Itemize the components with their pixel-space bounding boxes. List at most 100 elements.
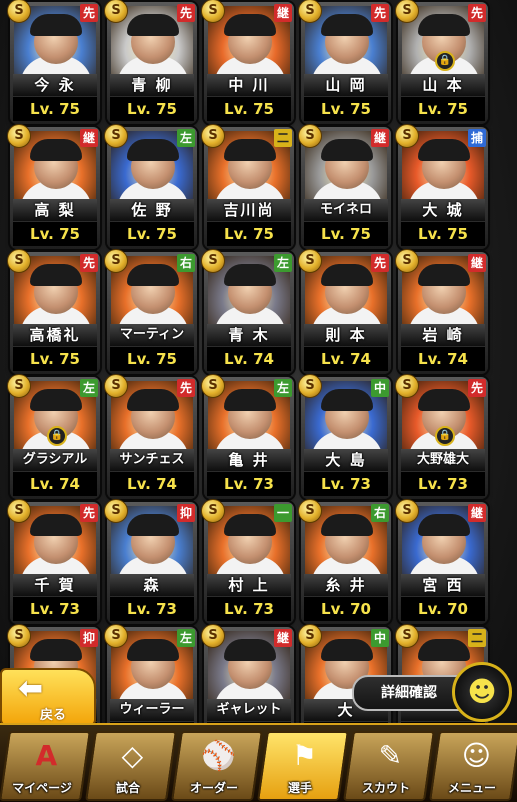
- position-badge: 中: [371, 379, 389, 397]
- player-level: Lv. 73: [304, 472, 388, 496]
- player-level: Lv. 75: [13, 97, 97, 121]
- s-rank-badge-icon: S: [7, 499, 31, 523]
- s-rank-badge-icon: S: [7, 624, 31, 648]
- player-card[interactable]: 山 岡 Lv. 75 S 先: [298, 0, 391, 124]
- player-card[interactable]: 🔒 グラシアル Lv. 74 S 左: [7, 374, 100, 499]
- menu-item[interactable]: ⚾ オーダー: [171, 731, 263, 801]
- s-rank-badge-icon: S: [201, 249, 225, 273]
- s-rank-badge-icon: S: [298, 124, 322, 148]
- s-rank-badge-icon: S: [395, 499, 419, 523]
- s-rank-badge-icon: S: [201, 624, 225, 648]
- bottom-menu-bar: A マイページ ◇ 試合 ⚾ オーダー ⚑ 選手 ✎ スカウト ☺ メニュー: [0, 723, 517, 802]
- player-card[interactable]: 宮 西 Lv. 70 S 継: [395, 499, 488, 624]
- player-card[interactable]: 中 川 Lv. 75 S 継: [201, 0, 294, 124]
- player-level: Lv. 75: [207, 97, 291, 121]
- player-level: Lv. 73: [110, 597, 194, 621]
- cap-shape: [321, 639, 373, 661]
- player-card[interactable]: 高 梨 Lv. 75 S 継: [7, 124, 100, 249]
- player-card[interactable]: サンチェス Lv. 74 S 先: [104, 374, 197, 499]
- menu-item-label: 試合: [115, 781, 140, 795]
- s-rank-badge-icon: S: [201, 499, 225, 523]
- player-name: 佐 野: [110, 199, 194, 221]
- s-rank-badge-icon: S: [201, 0, 225, 23]
- menu-item[interactable]: ◇ 試合: [85, 731, 177, 801]
- player-card[interactable]: マーティン Lv. 75 S 右: [104, 249, 197, 374]
- cap-shape: [321, 514, 373, 536]
- position-badge: 先: [468, 379, 486, 397]
- player-card[interactable]: 🔒 大野雄大 Lv. 73 S 先: [395, 374, 488, 499]
- player-card[interactable]: 則 本 Lv. 74 S 先: [298, 249, 391, 374]
- s-rank-badge-icon: S: [201, 124, 225, 148]
- s-rank-badge-icon: S: [7, 124, 31, 148]
- player-card[interactable]: 岩 崎 Lv. 74 S 継: [395, 249, 488, 374]
- player-card[interactable]: 亀 井 Lv. 73 S 左: [201, 374, 294, 499]
- player-card[interactable]: 森 Lv. 73 S 抑: [104, 499, 197, 624]
- back-button-label: 戻る: [40, 708, 67, 723]
- s-rank-badge-icon: S: [7, 374, 31, 398]
- player-card[interactable]: 佐 野 Lv. 75 S 左: [104, 124, 197, 249]
- player-name: 高 梨: [13, 199, 97, 221]
- player-level: Lv. 70: [401, 597, 485, 621]
- s-rank-badge-icon: S: [395, 0, 419, 23]
- cap-shape: [418, 14, 470, 36]
- player-level: Lv. 75: [207, 222, 291, 246]
- s-rank-badge-icon: S: [395, 374, 419, 398]
- player-silhouette-icon[interactable]: ☻: [452, 662, 512, 722]
- arrow-left-icon: ⬅: [18, 671, 44, 706]
- cap-shape: [224, 389, 276, 411]
- player-name: 大 島: [304, 449, 388, 471]
- player-level: Lv. 73: [207, 472, 291, 496]
- position-badge: 継: [274, 629, 292, 647]
- back-button[interactable]: ⬅ 戻る: [0, 668, 96, 726]
- menu-item[interactable]: ✎ スカウト: [343, 731, 435, 801]
- position-badge: 二: [468, 629, 486, 647]
- position-badge: 一: [274, 504, 292, 522]
- menu-item[interactable]: ☺ メニュー: [429, 731, 517, 801]
- player-card[interactable]: モイネロ Lv. 75 S 継: [298, 124, 391, 249]
- cap-shape: [127, 639, 179, 661]
- position-badge: 先: [177, 4, 195, 22]
- cap-shape: [224, 14, 276, 36]
- formation-icon: ⚾: [200, 739, 236, 772]
- menu-item[interactable]: ⚑ 選手: [257, 731, 349, 801]
- player-card[interactable]: 村 上 Lv. 73 S 一: [201, 499, 294, 624]
- player-card[interactable]: 🔒 山 本 Lv. 75 S 先: [395, 0, 488, 124]
- s-rank-badge-icon: S: [298, 249, 322, 273]
- position-badge: 右: [177, 254, 195, 272]
- player-name: 青 木: [207, 324, 291, 346]
- player-name: 亀 井: [207, 449, 291, 471]
- player-name: 大 城: [401, 199, 485, 221]
- player-card[interactable]: 青 柳 Lv. 75 S 先: [104, 0, 197, 124]
- player-card[interactable]: 高橋礼 Lv. 75 S 先: [7, 249, 100, 374]
- player-level: Lv. 74: [13, 472, 97, 496]
- position-badge: 中: [371, 629, 389, 647]
- position-badge: 二: [274, 129, 292, 147]
- player-name: 高橋礼: [13, 324, 97, 346]
- s-rank-badge-icon: S: [104, 124, 128, 148]
- player-card[interactable]: 糸 井 Lv. 70 S 右: [298, 499, 391, 624]
- player-level: Lv. 75: [304, 222, 388, 246]
- cap-shape: [418, 514, 470, 536]
- cap-shape: [30, 389, 82, 411]
- menu-item-label: マイページ: [12, 781, 72, 795]
- player-card[interactable]: 千 賀 Lv. 73 S 先: [7, 499, 100, 624]
- player-level: Lv. 75: [110, 222, 194, 246]
- player-card[interactable]: 青 木 Lv. 74 S 左: [201, 249, 294, 374]
- player-card[interactable]: 吉川尚 Lv. 75 S 二: [201, 124, 294, 249]
- lock-icon: 🔒: [435, 51, 455, 71]
- cap-shape: [418, 639, 470, 661]
- player-name: 吉川尚: [207, 199, 291, 221]
- player-card[interactable]: 大 島 Lv. 73 S 中: [298, 374, 391, 499]
- player-name: 青 柳: [110, 74, 194, 96]
- position-badge: 左: [177, 129, 195, 147]
- player-level: Lv. 74: [401, 347, 485, 371]
- detail-button[interactable]: 詳細確認: [352, 675, 466, 711]
- s-rank-badge-icon: S: [104, 249, 128, 273]
- position-badge: 左: [177, 629, 195, 647]
- player-card[interactable]: 大 城 Lv. 75 S 捕: [395, 124, 488, 249]
- player-name: モイネロ: [304, 199, 388, 221]
- player-card[interactable]: 今 永 Lv. 75 S 先: [7, 0, 100, 124]
- menu-item[interactable]: A マイページ: [0, 731, 91, 801]
- position-badge: 先: [371, 254, 389, 272]
- s-rank-badge-icon: S: [104, 0, 128, 23]
